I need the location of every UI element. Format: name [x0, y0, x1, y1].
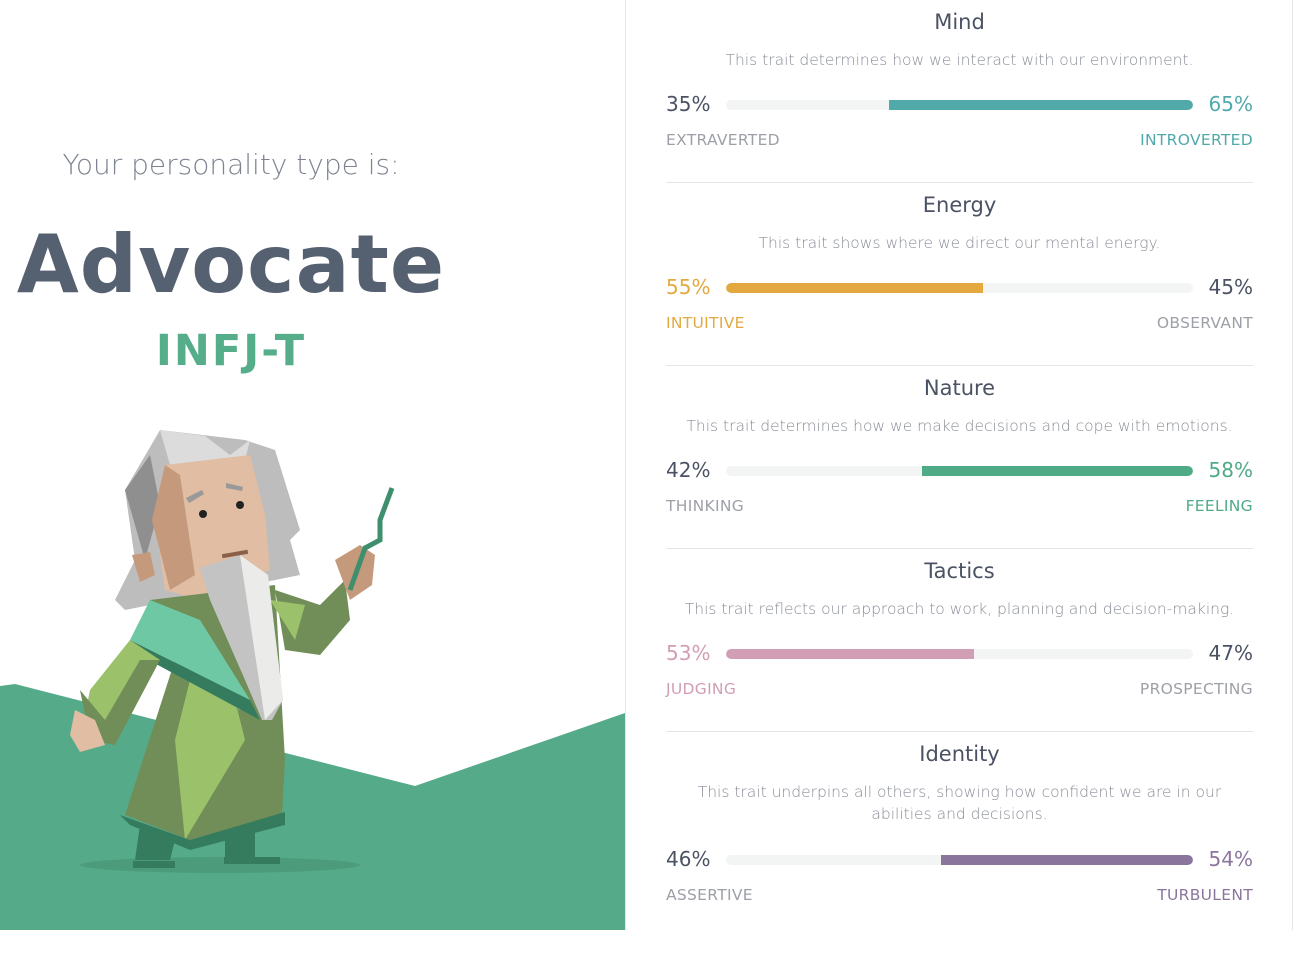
trait-mind: Mind This trait determines how we interac… — [666, 0, 1253, 183]
right-percent: 54% — [1208, 847, 1253, 871]
left-label: INTUITIVE — [666, 314, 745, 332]
result-panel: Your personality type is: Advocate INFJ-… — [0, 0, 625, 930]
trait-nature: Nature This trait determines how we make … — [666, 366, 1253, 549]
advocate-illustration — [0, 430, 625, 930]
intro-text: Your personality type is: — [62, 148, 400, 181]
left-label: EXTRAVERTED — [666, 131, 780, 149]
trait-description: This trait shows where we direct our men… — [758, 234, 1161, 252]
trait-title: Nature — [923, 376, 996, 400]
trait-bar — [726, 649, 1193, 659]
trait-title: Mind — [934, 10, 985, 34]
trait-title: Tactics — [924, 559, 995, 583]
trait-bar — [726, 283, 1193, 293]
right-label: TURBULENT — [1157, 886, 1253, 904]
right-percent: 45% — [1208, 275, 1253, 299]
left-percent: 35% — [666, 92, 711, 116]
trait-bar-fill — [726, 283, 983, 293]
right-label: FEELING — [1185, 497, 1253, 515]
panel-border — [1292, 0, 1293, 930]
trait-title: Identity — [919, 742, 1000, 766]
trait-bar — [726, 100, 1193, 110]
trait-tactics: Tactics This trait reflects our approach … — [666, 549, 1253, 732]
left-percent: 46% — [666, 847, 711, 871]
trait-description: This trait reflects our approach to work… — [684, 600, 1235, 618]
left-percent: 55% — [666, 275, 711, 299]
personality-type-name: Advocate — [16, 218, 446, 311]
right-percent: 65% — [1208, 92, 1253, 116]
left-label: JUDGING — [666, 680, 737, 698]
trait-identity: Identity This trait underpins all others,… — [666, 732, 1253, 962]
trait-description: This trait underpins all others, showing… — [697, 783, 1222, 823]
trait-bar — [726, 466, 1193, 476]
left-label: ASSERTIVE — [666, 886, 753, 904]
shadow — [80, 857, 360, 873]
trait-bar-fill — [726, 649, 974, 659]
trait-energy: Energy This trait shows where we direct o… — [666, 183, 1253, 366]
personality-type-code: INFJ-T — [155, 326, 307, 376]
right-label: PROSPECTING — [1139, 680, 1253, 698]
trait-title: Energy — [922, 193, 997, 217]
left-percent: 42% — [666, 458, 711, 482]
trait-bar — [726, 855, 1193, 865]
trait-list: Mind This trait determines how we interac… — [666, 0, 1253, 962]
trait-bar-fill — [922, 466, 1193, 476]
right-percent: 58% — [1208, 458, 1253, 482]
panel-divider — [625, 0, 626, 930]
right-label: OBSERVANT — [1156, 314, 1253, 332]
right-percent: 47% — [1208, 641, 1253, 665]
trait-bar-fill — [889, 100, 1193, 110]
trait-bar-fill — [940, 855, 1193, 865]
left-percent: 53% — [666, 641, 711, 665]
left-label: THINKING — [666, 497, 745, 515]
right-label: INTROVERTED — [1140, 131, 1253, 149]
trait-description: This trait determines how we make decisi… — [686, 417, 1233, 435]
trait-description: This trait determines how we interact wi… — [725, 51, 1194, 69]
